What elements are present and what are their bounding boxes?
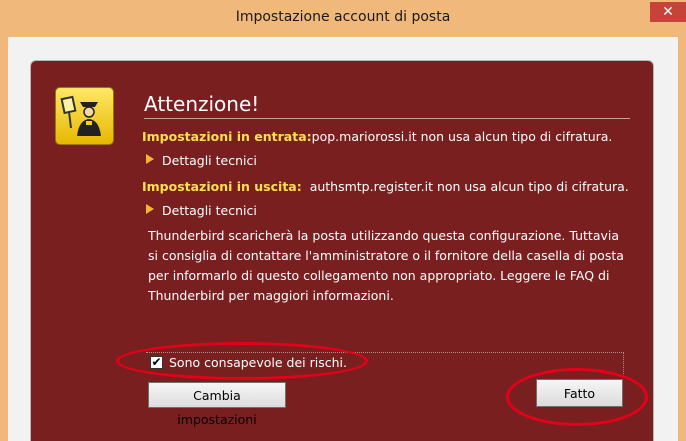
outgoing-settings-message: authsmtp.register.it non usa alcun tipo … (309, 179, 629, 194)
close-window-button[interactable]: ✕ (650, 2, 686, 22)
incoming-settings-label: Impostazioni in entrata: (142, 129, 312, 144)
incoming-details-toggle[interactable]: Dettagli tecnici (162, 153, 257, 168)
security-officer-icon (60, 95, 101, 136)
outgoing-settings-row: Impostazioni in uscita: authsmtp.registe… (142, 179, 629, 194)
expand-triangle-icon[interactable] (146, 204, 154, 214)
change-settings-button[interactable]: Cambia impostazioni (148, 382, 286, 427)
incoming-settings-message: pop.mariorossi.it non usa alcun tipo di … (311, 129, 613, 144)
annotation-ellipse-done-button (506, 368, 648, 426)
checkbox-focus-border-right (623, 352, 625, 376)
outgoing-settings-label: Impostazioni in uscita: (142, 179, 302, 194)
window-titlebar[interactable]: Impostazione account di posta ✕ (0, 0, 686, 37)
incoming-settings-row: Impostazioni in entrata:pop.mariorossi.i… (142, 129, 612, 144)
annotation-ellipse-checkbox (116, 342, 368, 380)
expand-triangle-icon[interactable] (146, 154, 154, 164)
dialog-heading: Attenzione! (144, 92, 260, 116)
window-title: Impostazione account di posta (235, 9, 451, 25)
window-frame-left (0, 37, 8, 441)
close-icon: ✕ (662, 4, 674, 20)
window-frame-right (678, 37, 686, 441)
warning-body-text: Thunderbird scaricherà la posta utilizza… (148, 228, 624, 303)
heading-divider (144, 118, 630, 119)
security-shield-icon (55, 87, 114, 145)
outgoing-details-toggle[interactable]: Dettagli tecnici (162, 203, 257, 218)
